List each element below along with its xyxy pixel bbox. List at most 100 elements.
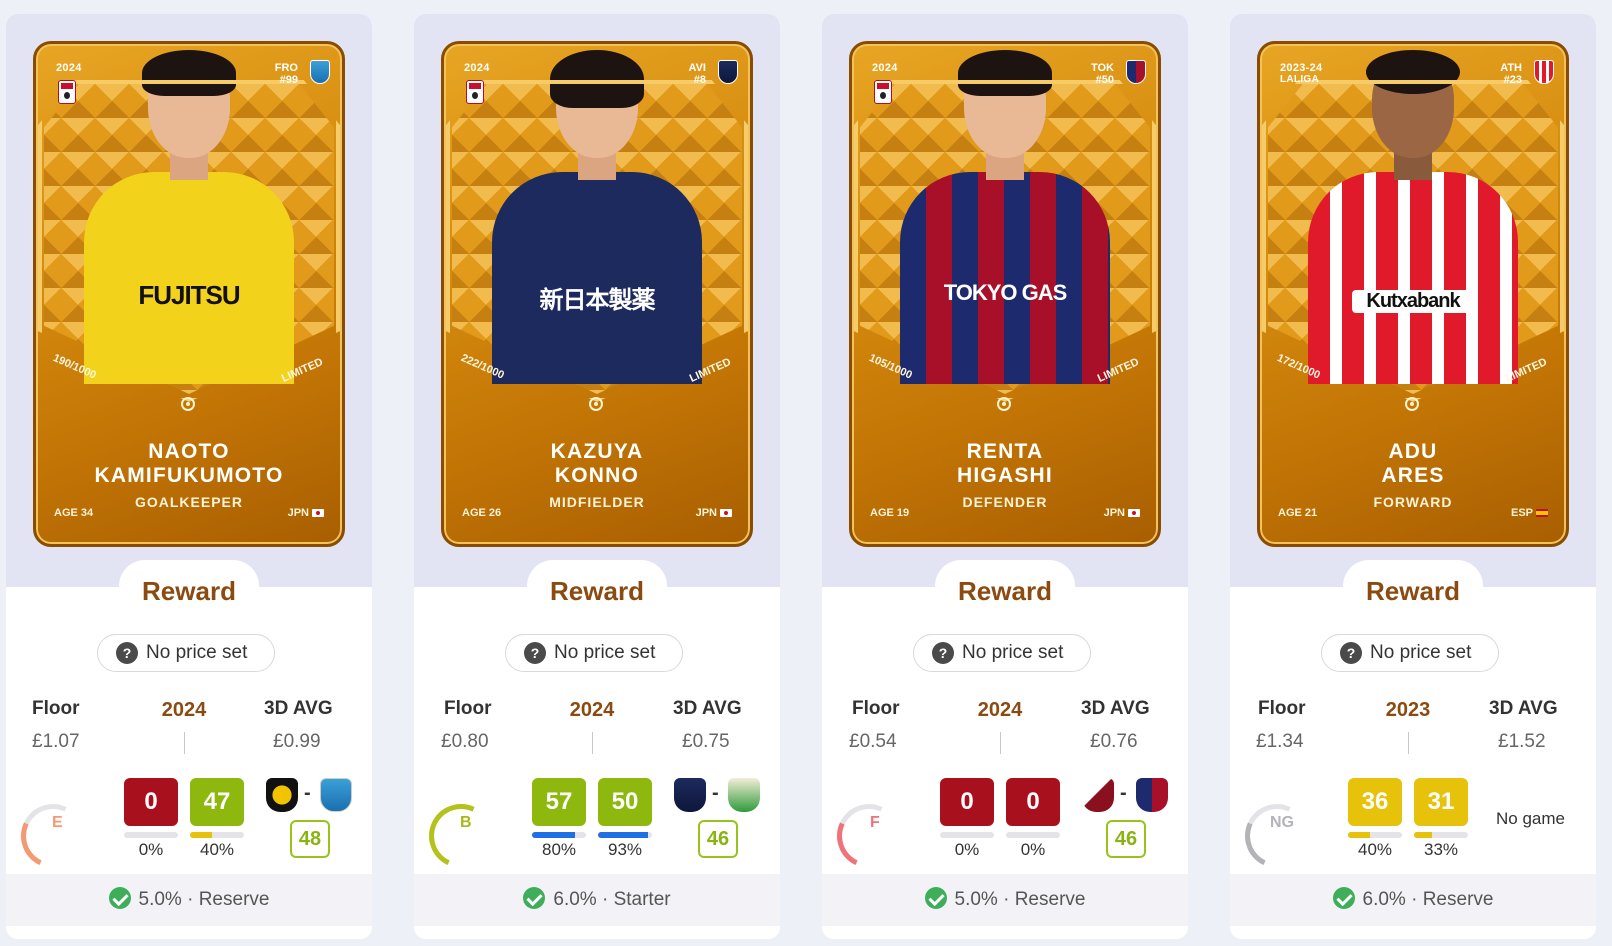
home-team-crest-icon — [266, 778, 298, 812]
home-team-crest-icon — [674, 778, 706, 812]
score-bar — [190, 832, 244, 838]
price-pill[interactable]: ? No price set — [97, 634, 275, 672]
check-icon — [1332, 887, 1355, 909]
card-dot-icon — [997, 397, 1011, 411]
score-bar — [1348, 832, 1402, 838]
player-card[interactable]: FUJITSU 2024 FRO #99 190/1000 LIMITED NAO… — [33, 41, 345, 547]
score-box: 0 — [940, 778, 994, 826]
floor-label: Floor — [32, 698, 80, 719]
footer-role: · Reserve — [187, 889, 270, 910]
divider — [184, 732, 185, 754]
season-year: 2024 — [977, 699, 1023, 721]
player-card[interactable]: Kutxabank 2023-24 LALIGA ATH #23 172/1000 … — [1257, 41, 1569, 547]
player-nationality: ESP — [1511, 507, 1548, 519]
japan-flag-icon — [312, 509, 324, 518]
score-box: 36 — [1348, 778, 1402, 826]
club-code: ATH #23 — [1500, 62, 1522, 86]
reward-tab[interactable]: Reward — [935, 560, 1075, 612]
card-dot-icon — [1405, 397, 1419, 411]
club-crest-icon — [1126, 60, 1146, 84]
card-footer: 6.0% · Starter — [414, 874, 780, 926]
score-percent: 80% — [541, 840, 577, 859]
score-box: 57 — [532, 778, 586, 826]
score-percent: 93% — [607, 840, 643, 859]
player-age: AGE 19 — [870, 507, 910, 519]
club-code: FRO #99 — [274, 62, 298, 86]
player-tile[interactable]: 新日本製薬 2024 AVI #8 222/1000 LIMITED KAZUYA… — [414, 14, 780, 939]
check-icon — [523, 887, 546, 909]
footer-role: · Reserve — [1003, 889, 1086, 910]
avg-price: £0.75 — [682, 731, 730, 752]
check-icon — [924, 887, 947, 909]
season-label: 2024 — [464, 62, 490, 74]
club-code: AVI #8 — [688, 62, 706, 86]
card-footer: 5.0% · Reserve — [822, 874, 1188, 926]
season-year: 2024 — [569, 699, 615, 721]
floor-label: Floor — [444, 698, 492, 719]
footer-role: · Starter — [601, 889, 671, 910]
card-footer: 5.0% · Reserve — [6, 874, 372, 926]
reward-tab[interactable]: Reward — [119, 560, 259, 612]
price-pill[interactable]: ? No price set — [1321, 634, 1499, 672]
no-game-label: No game — [1496, 809, 1565, 828]
question-icon: ? — [1340, 642, 1362, 664]
avg-label: 3D AVG — [1489, 698, 1558, 719]
away-team-crest-icon — [320, 778, 352, 812]
divider — [592, 732, 593, 754]
card-dot-icon — [181, 397, 195, 411]
score-box: 0 — [1006, 778, 1060, 826]
avg-price: £0.76 — [1090, 731, 1138, 752]
question-icon: ? — [932, 642, 954, 664]
floor-price: £1.34 — [1256, 731, 1304, 752]
home-team-crest-icon — [1082, 778, 1114, 812]
score-bar — [532, 832, 586, 838]
club-crest-icon — [310, 60, 330, 84]
season-year: 2023 — [1385, 699, 1431, 721]
floor-price: £0.54 — [849, 731, 897, 752]
score-box: 50 — [598, 778, 652, 826]
fixture-score: 46 — [1106, 820, 1146, 858]
player-name: ADU ARES — [1381, 440, 1445, 487]
score-box: 47 — [190, 778, 244, 826]
club-code: TOK #50 — [1090, 62, 1114, 86]
player-age: AGE 21 — [1278, 507, 1318, 519]
price-pill[interactable]: ? No price set — [505, 634, 683, 672]
league-badge-icon — [58, 80, 76, 104]
player-card[interactable]: TOKYO GAS 2024 TOK #50 105/1000 LIMITED R… — [849, 41, 1161, 547]
fixture-dash: - — [1120, 782, 1127, 804]
fixture-score: 46 — [698, 820, 738, 858]
grade-letter: NG — [1270, 814, 1294, 831]
player-card[interactable]: 新日本製薬 2024 AVI #8 222/1000 LIMITED KAZUYA… — [441, 41, 753, 547]
avg-label: 3D AVG — [264, 698, 333, 719]
floor-label: Floor — [1258, 698, 1306, 719]
grade-letter: E — [52, 814, 63, 831]
question-icon: ? — [524, 642, 546, 664]
away-team-crest-icon — [728, 778, 760, 812]
player-tile[interactable]: TOKYO GAS 2024 TOK #50 105/1000 LIMITED R… — [822, 14, 1188, 939]
price-text: No price set — [962, 642, 1064, 663]
player-tile[interactable]: Kutxabank 2023-24 LALIGA ATH #23 172/1000 … — [1230, 14, 1596, 939]
player-name: KAZUYA KONNO — [550, 440, 644, 487]
avg-price: £0.99 — [273, 731, 321, 752]
player-age: AGE 26 — [462, 507, 502, 519]
season-label: 2024 — [56, 62, 82, 74]
player-tile[interactable]: FUJITSU 2024 FRO #99 190/1000 LIMITED NAO… — [6, 14, 372, 939]
club-crest-icon — [718, 60, 738, 84]
floor-label: Floor — [852, 698, 900, 719]
price-text: No price set — [554, 642, 656, 663]
avg-price: £1.52 — [1498, 731, 1546, 752]
grade-letter: B — [460, 814, 472, 831]
reward-tab[interactable]: Reward — [527, 560, 667, 612]
away-team-crest-icon — [1136, 778, 1168, 812]
score-bar — [940, 832, 994, 838]
player-age: AGE 34 — [54, 507, 94, 519]
score-bar — [1006, 832, 1060, 838]
club-crest-icon — [1534, 60, 1554, 84]
score-box: 0 — [124, 778, 178, 826]
score-percent: 0% — [954, 840, 980, 859]
player-nationality: JPN — [1104, 507, 1140, 519]
season-label: 2024 — [872, 62, 898, 74]
price-pill[interactable]: ? No price set — [913, 634, 1091, 672]
reward-tab[interactable]: Reward — [1343, 560, 1483, 612]
footer-percent: 5.0% — [138, 889, 182, 910]
